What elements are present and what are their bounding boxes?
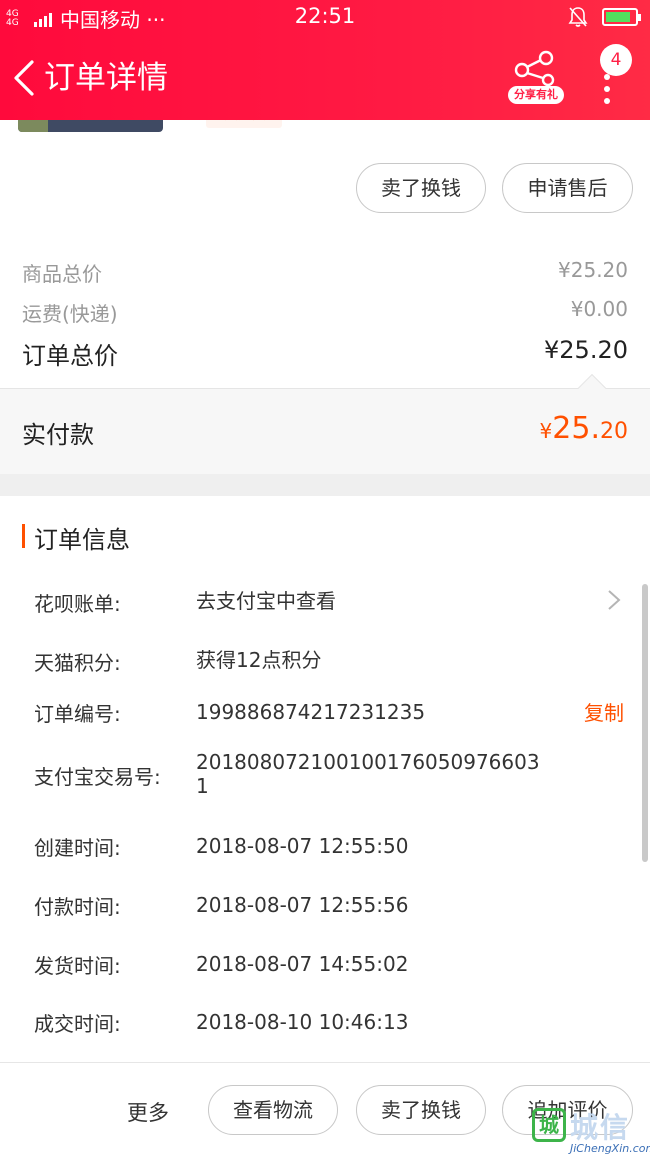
resell-button[interactable]: 卖了换钱 <box>356 163 486 213</box>
copy-button[interactable]: 复制 <box>584 697 624 726</box>
completed-time-value: 2018-08-10 10:46:13 <box>196 1010 409 1034</box>
shipping-value: ¥0.00 <box>570 297 628 321</box>
alipay-trade-value: 2018080721001001760509766031 <box>196 750 540 798</box>
more-icon <box>604 74 610 110</box>
paid-label: 实付款 <box>22 421 94 449</box>
created-time-value: 2018-08-07 12:55:50 <box>196 834 409 858</box>
more-menu-button[interactable]: 4 <box>596 44 636 104</box>
more-button[interactable]: 更多 <box>127 1097 169 1127</box>
order-total-label: 订单总价 <box>22 342 118 370</box>
paid-value: ¥25.20 <box>539 411 628 446</box>
order-number-value: 199886874217231235 <box>196 700 426 724</box>
paid-time-label: 付款时间: <box>34 895 121 919</box>
huabei-label: 花呗账单: <box>34 592 121 616</box>
goods-total-value: ¥25.20 <box>558 258 628 282</box>
huabei-value[interactable]: 去支付宝中查看 <box>196 589 556 613</box>
chevron-right-icon[interactable] <box>606 588 622 612</box>
order-info-title: 订单信息 <box>34 526 130 554</box>
shipped-time-label: 发货时间: <box>34 954 121 978</box>
watermark-logo: 城 城信 JiChengXin.com <box>532 1104 650 1155</box>
watermark-text: 城信 <box>570 1111 631 1144</box>
section-accent-bar <box>22 524 25 548</box>
order-total-value: ¥25.20 <box>544 336 628 364</box>
status-time: 22:51 <box>294 4 356 28</box>
share-icon <box>514 50 555 87</box>
shipping-label: 运费(快递) <box>22 302 118 326</box>
shipped-time-value: 2018-08-07 14:55:02 <box>196 952 409 976</box>
points-value: 获得12点积分 <box>196 648 322 672</box>
alipay-trade-label: 支付宝交易号: <box>34 765 161 789</box>
created-time-label: 创建时间: <box>34 836 121 860</box>
share-button[interactable]: 分享有礼 <box>508 48 564 108</box>
share-label: 分享有礼 <box>508 86 564 104</box>
points-label: 天猫积分: <box>34 651 121 675</box>
bottom-resell-button[interactable]: 卖了换钱 <box>356 1085 486 1135</box>
paid-amount-section: 实付款 ¥25.20 <box>0 373 650 474</box>
completed-time-label: 成交时间: <box>34 1012 121 1036</box>
battery-icon <box>602 8 641 26</box>
app-header: 4G 4G 中国移动 ··· 22:51 订单详情 分享有礼 4 <box>0 0 650 120</box>
bell-off-icon <box>568 7 588 27</box>
message-badge: 4 <box>600 44 632 76</box>
view-logistics-button[interactable]: 查看物流 <box>208 1085 338 1135</box>
goods-total-label: 商品总价 <box>22 262 102 286</box>
page-title: 订单详情 <box>44 60 168 96</box>
order-number-label: 订单编号: <box>34 702 121 726</box>
back-icon[interactable] <box>12 60 36 96</box>
nav-bar: 订单详情 分享有礼 4 <box>0 40 650 116</box>
pointer-arrow <box>577 373 607 403</box>
section-divider <box>0 474 650 496</box>
watermark-glyph: 城 <box>532 1108 566 1142</box>
scrollbar[interactable] <box>642 584 648 862</box>
watermark-url: JiChengXin.com <box>570 1142 650 1155</box>
status-bar: 4G 4G 中国移动 ··· 22:51 <box>0 0 650 36</box>
paid-time-value: 2018-08-07 12:55:56 <box>196 893 409 917</box>
after-sale-button[interactable]: 申请售后 <box>502 163 633 213</box>
